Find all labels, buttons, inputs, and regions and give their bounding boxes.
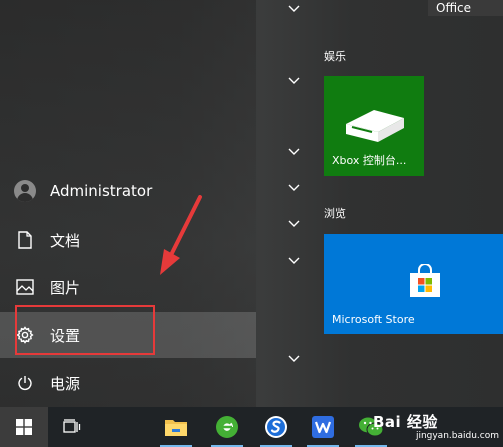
baidu-jingyan-watermark: Bai 经验 jingyan.baidu.com — [373, 411, 499, 445]
watermark-main: Bai 经验 — [373, 413, 438, 431]
start-button[interactable] — [0, 407, 48, 447]
browse-group-label[interactable]: 浏览 — [324, 205, 346, 221]
chevron-down-icon[interactable] — [287, 76, 301, 86]
taskbar: Bai 经验 jingyan.baidu.com — [0, 407, 503, 447]
power-icon — [0, 375, 50, 391]
entertainment-group-label[interactable]: 娱乐 — [324, 48, 346, 64]
user-name-label: Administrator — [50, 182, 153, 200]
sogou-icon — [265, 416, 287, 438]
start-menu-screen: Administrator 文档 图片 设置 电源 Office 娱乐 浏览 X… — [0, 0, 503, 447]
user-avatar-icon — [0, 180, 50, 202]
office-group-label[interactable]: Office — [428, 0, 503, 16]
settings-highlight-box — [15, 305, 155, 355]
xbox-tile[interactable]: Xbox 控制台... — [324, 76, 424, 176]
red-arrow-annotation — [160, 195, 202, 275]
chevron-down-icon[interactable] — [287, 354, 301, 364]
documents-item[interactable]: 文档 — [0, 217, 256, 263]
power-label: 电源 — [50, 374, 81, 393]
user-account-item[interactable]: Administrator — [0, 168, 256, 214]
power-item[interactable]: 电源 — [0, 360, 256, 406]
sogou-button[interactable] — [252, 407, 300, 447]
xbox-tile-label: Xbox 控制台... — [332, 154, 407, 167]
folder-icon — [165, 420, 187, 436]
wps-button[interactable] — [299, 407, 347, 447]
browser-icon — [216, 416, 238, 438]
store-tile-label: Microsoft Store — [332, 313, 415, 326]
chevron-down-icon[interactable] — [287, 219, 301, 229]
microsoft-store-tile[interactable]: Microsoft Store — [324, 234, 503, 334]
pictures-item[interactable]: 图片 — [0, 264, 256, 310]
windows-logo-icon — [16, 419, 32, 435]
task-view-icon — [63, 419, 81, 433]
chevron-down-icon[interactable] — [287, 183, 301, 193]
document-icon — [0, 231, 50, 249]
browser-button[interactable] — [203, 407, 251, 447]
documents-label: 文档 — [50, 231, 81, 250]
chevron-down-icon[interactable] — [287, 256, 301, 266]
xbox-console-icon — [346, 110, 404, 142]
task-view-button[interactable] — [48, 407, 96, 447]
watermark-url: jingyan.baidu.com — [415, 431, 499, 441]
shopping-bag-icon — [410, 264, 440, 297]
chevron-down-icon[interactable] — [287, 4, 301, 14]
pictures-label: 图片 — [50, 278, 81, 297]
chevron-down-icon[interactable] — [287, 147, 301, 157]
wps-icon — [312, 416, 334, 438]
file-explorer-button[interactable] — [152, 407, 200, 447]
picture-icon — [0, 279, 50, 295]
